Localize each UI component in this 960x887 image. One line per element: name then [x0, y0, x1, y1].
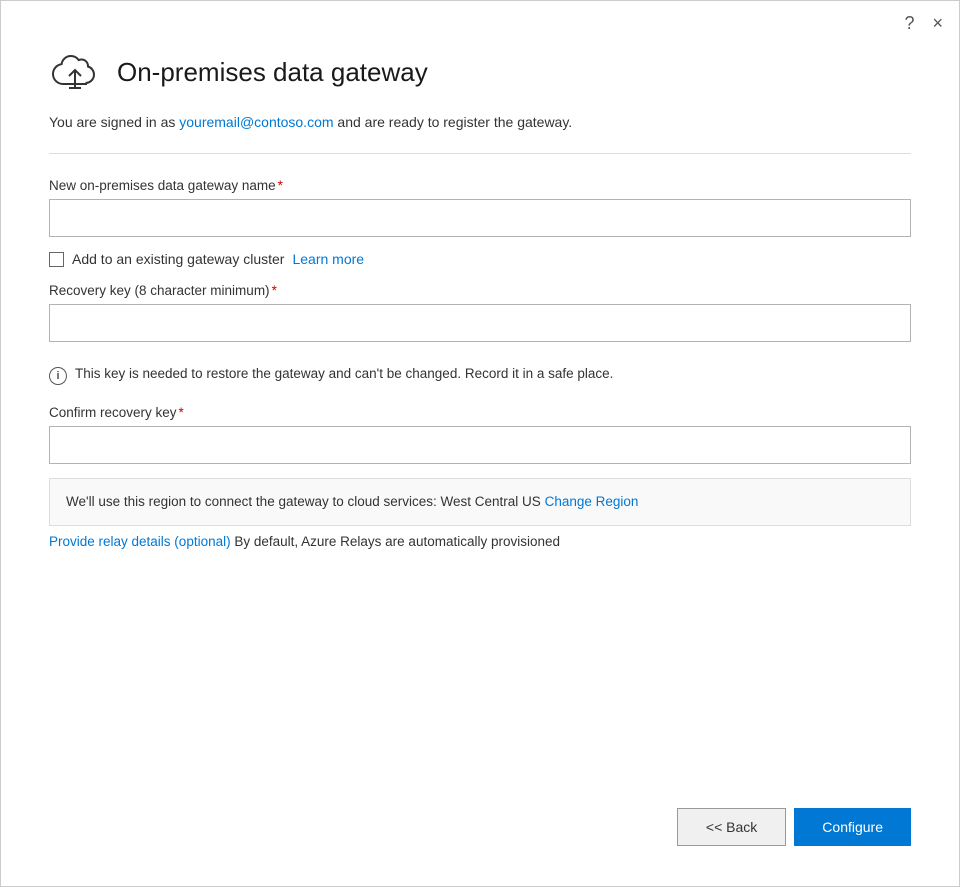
dialog-container: ? × On-premises data gateway You are sig… — [0, 0, 960, 887]
relay-details-link[interactable]: Provide relay details (optional) — [49, 534, 231, 549]
dialog-content: On-premises data gateway You are signed … — [1, 34, 959, 808]
region-box: We'll use this region to connect the gat… — [49, 478, 911, 526]
help-icon[interactable]: ? — [904, 13, 914, 34]
gateway-name-input[interactable] — [49, 199, 911, 237]
learn-more-link[interactable]: Learn more — [292, 251, 364, 267]
change-region-link[interactable]: Change Region — [545, 494, 639, 509]
recovery-key-label: Recovery key (8 character minimum)* — [49, 283, 911, 298]
info-row: i This key is needed to restore the gate… — [49, 366, 911, 385]
recovery-key-required: * — [272, 283, 277, 298]
cluster-checkbox-row: Add to an existing gateway cluster Learn… — [49, 251, 911, 267]
title-row: On-premises data gateway — [49, 50, 911, 94]
confirm-key-label: Confirm recovery key* — [49, 405, 911, 420]
configure-button[interactable]: Configure — [794, 808, 911, 846]
dialog-header-bar: ? × — [1, 1, 959, 34]
back-button[interactable]: << Back — [677, 808, 786, 846]
cloud-gateway-icon — [49, 50, 101, 94]
email-link[interactable]: youremail@contoso.com — [179, 114, 333, 130]
subtitle-text: You are signed in as youremail@contoso.c… — [49, 112, 911, 133]
confirm-key-input[interactable] — [49, 426, 911, 464]
section-divider — [49, 153, 911, 154]
gateway-name-section: New on-premises data gateway name* — [49, 178, 911, 237]
recovery-key-input[interactable] — [49, 304, 911, 342]
footer-buttons: << Back Configure — [1, 808, 959, 886]
recovery-key-section: Recovery key (8 character minimum)* — [49, 283, 911, 342]
confirm-key-required: * — [179, 405, 184, 420]
cluster-label: Add to an existing gateway cluster — [72, 251, 284, 267]
region-text: We'll use this region to connect the gat… — [66, 494, 541, 509]
confirm-key-section: Confirm recovery key* — [49, 405, 911, 464]
close-icon[interactable]: × — [932, 13, 943, 34]
gateway-name-label: New on-premises data gateway name* — [49, 178, 911, 193]
relay-text: By default, Azure Relays are automatical… — [231, 534, 560, 549]
gateway-name-required: * — [278, 178, 283, 193]
relay-row: Provide relay details (optional) By defa… — [49, 534, 911, 549]
info-text: This key is needed to restore the gatewa… — [75, 366, 613, 381]
cluster-checkbox[interactable] — [49, 252, 64, 267]
info-icon: i — [49, 367, 67, 385]
dialog-title: On-premises data gateway — [117, 57, 428, 88]
